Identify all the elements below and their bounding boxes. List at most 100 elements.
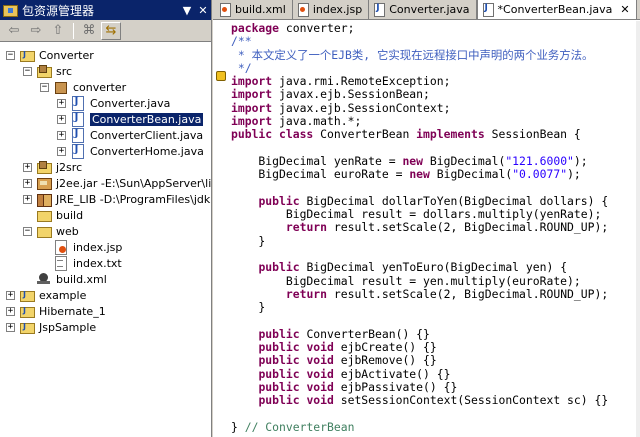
tree-item[interactable]: + ConverterBean.java <box>57 111 204 127</box>
java-file-icon <box>70 128 86 143</box>
project-icon <box>19 288 35 302</box>
code-token: BigDecimal result = yen.multiply(euroRat… <box>231 273 581 288</box>
collapse-icon[interactable]: − <box>6 50 15 60</box>
tree-item-label: build <box>56 208 84 222</box>
code-line: } // ConverterBean <box>231 420 640 434</box>
code-token: public void <box>258 366 334 381</box>
expand-icon[interactable]: + <box>23 194 32 204</box>
code-token: */ <box>231 60 252 75</box>
collapse-icon[interactable]: − <box>23 226 32 236</box>
collapse-icon[interactable]: − <box>40 82 49 92</box>
tree-item-label: j2ee.jar -E:\Sun\AppServer\lib <box>56 176 211 190</box>
code-token: ); <box>567 167 581 182</box>
back-arrow-icon[interactable]: ⇦ <box>4 22 24 40</box>
tree-item[interactable]: + j2ee.jar -E:\Sun\AppServer\lib <box>23 175 211 191</box>
code-token: } <box>231 233 266 248</box>
expand-icon[interactable]: + <box>23 178 32 188</box>
tree-item[interactable]: − converter <box>40 79 126 95</box>
code-area[interactable]: package converter; /** * 本文定义了一个EJB类, 它实现… <box>231 21 640 437</box>
tree-item[interactable]: + Hibernate_1 <box>6 303 106 319</box>
code-token: /** <box>231 34 252 49</box>
toolbar-separator <box>73 22 74 39</box>
tree-item[interactable]: + ConverterHome.java <box>57 143 204 159</box>
warning-marker-icon[interactable] <box>216 71 226 81</box>
tree-item-label: j2src <box>56 160 83 174</box>
tree-item[interactable]: build.xml <box>23 271 107 287</box>
expand-icon[interactable]: + <box>57 98 66 108</box>
editor-tabs: build.xml index.jsp Converter.java *Convert… <box>213 0 640 20</box>
expand-icon[interactable]: + <box>57 130 66 140</box>
java-file-icon <box>481 3 495 17</box>
tree-item[interactable]: + JRE_LIB -D:\ProgramFiles\jdk1 <box>23 191 211 207</box>
tree-item[interactable]: index.jsp <box>40 239 122 255</box>
folder-icon <box>36 208 52 222</box>
java-file-icon <box>70 96 86 111</box>
editor-tab[interactable]: index.jsp <box>293 0 370 19</box>
expand-icon[interactable]: + <box>6 290 15 300</box>
tree-item[interactable]: + Converter.java <box>57 95 170 111</box>
forward-arrow-icon[interactable]: ⇨ <box>26 22 46 40</box>
tree-item[interactable]: + example <box>6 287 86 303</box>
tree-item-label: ConverterHome.java <box>90 144 204 158</box>
code-token: ConverterBean <box>313 127 417 142</box>
code-editor[interactable]: build.xml index.jsp Converter.java *Convert… <box>213 0 640 437</box>
tree-item-label: web <box>56 224 79 238</box>
expand-icon[interactable]: + <box>6 322 15 332</box>
tree-item[interactable]: + JspSample <box>6 319 96 335</box>
close-tab-icon[interactable]: ✕ <box>620 3 629 16</box>
expand-icon[interactable]: + <box>6 306 15 316</box>
code-token: ejbCreate() {} <box>333 340 437 355</box>
code-token: package <box>231 21 280 35</box>
code-line: return result.setScale(2, BigDecimal.ROU… <box>231 287 640 301</box>
expand-icon[interactable]: + <box>57 114 66 124</box>
java-file-icon <box>70 112 86 127</box>
editor-tab[interactable]: build.xml <box>215 0 293 19</box>
collapse-all-icon[interactable]: ⌘ <box>79 22 99 40</box>
package-explorer-toolbar: ⇦ ⇨ ⇧ ⌘ ⇆ <box>0 20 211 42</box>
package-tree: −Converter−src−converter+Converter.java+… <box>0 43 211 437</box>
code-token: ); <box>573 153 588 168</box>
tree-item-label: ConverterClient.java <box>90 128 204 142</box>
tree-item[interactable]: index.txt <box>40 255 122 271</box>
package-explorer-panel: 包资源管理器 ▼ ✕ ⇦ ⇨ ⇧ ⌘ ⇆ −Converter−src−conv… <box>0 0 212 437</box>
collapse-icon[interactable]: − <box>23 66 32 76</box>
code-token: BigDecimal result = dollars.multiply(yen… <box>231 207 602 222</box>
tree-item[interactable]: + ConverterClient.java <box>57 127 203 143</box>
code-token: implements <box>416 127 485 142</box>
code-line: public class ConverterBean implements Se… <box>231 128 640 141</box>
code-line: import java.rmi.RemoteException; <box>231 75 640 88</box>
up-arrow-icon[interactable]: ⇧ <box>48 22 68 40</box>
vertical-scrollbar[interactable] <box>636 21 640 437</box>
tree-item-label: JspSample <box>39 320 97 334</box>
code-line: * 本文定义了一个EJB类, 它实现在远程接口中声明的两个业务方法。 <box>231 47 640 62</box>
code-token: return <box>285 220 328 235</box>
close-view-icon[interactable]: ✕ <box>195 4 211 17</box>
code-token: converter; <box>279 21 355 35</box>
view-menu-icon[interactable]: ▼ <box>179 4 195 17</box>
code-token: * 本文定义了一个EJB类, 它实现在远程接口中声明的两个业务方法。 <box>231 47 594 62</box>
code-line: /** <box>231 35 640 48</box>
expand-icon[interactable]: + <box>57 146 66 156</box>
tree-item[interactable]: + j2src <box>23 159 82 175</box>
code-line: } <box>231 301 640 314</box>
editor-tab[interactable]: Converter.java <box>369 0 477 19</box>
code-token: ejbActivate() {} <box>333 366 451 381</box>
tree-item[interactable]: − Converter <box>6 47 94 63</box>
project-icon <box>19 320 35 334</box>
code-line: public void setSessionContext(SessionCon… <box>231 394 640 407</box>
tree-item-label: index.txt <box>73 256 122 270</box>
code-token: public void <box>258 353 334 368</box>
editor-tab[interactable]: *ConverterBean.java ✕ <box>476 0 637 19</box>
code-token: import <box>231 74 273 89</box>
link-with-editor-icon[interactable]: ⇆ <box>101 21 121 40</box>
tree-item[interactable]: − web <box>23 223 79 239</box>
tree-item[interactable]: − src <box>23 63 72 79</box>
tree-item[interactable]: build <box>23 207 83 223</box>
code-line: public void ejbCreate() {} <box>231 340 640 355</box>
expand-icon[interactable]: + <box>23 162 32 172</box>
